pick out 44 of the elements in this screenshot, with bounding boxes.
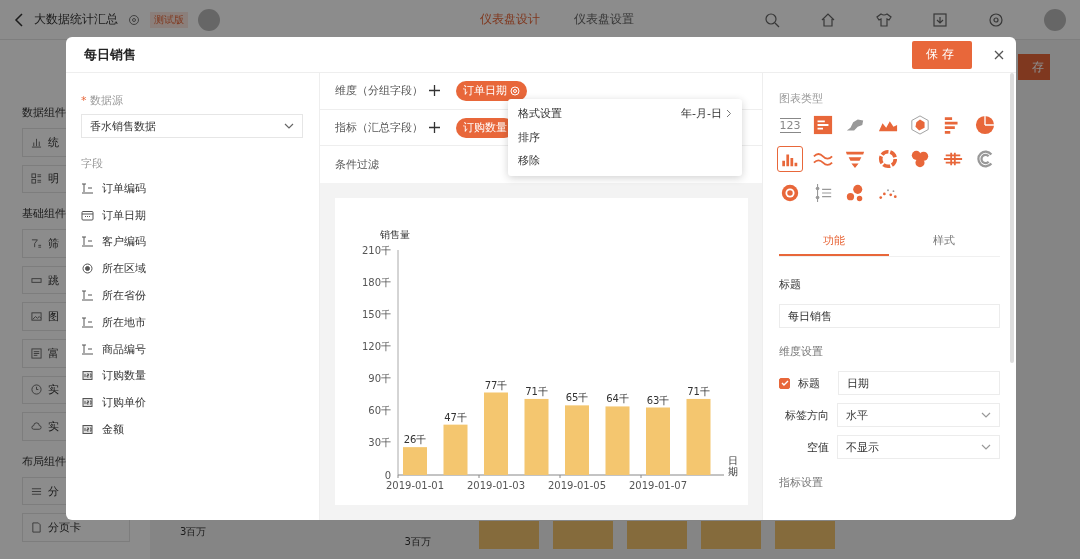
y-tick-label: 120千: [361, 340, 391, 352]
axis-label: 3百万: [180, 525, 207, 539]
row-label: 标签方向: [784, 407, 829, 423]
checkbox-label: 标题: [798, 375, 821, 391]
x-tick-label: 2019-01-07: [628, 480, 688, 491]
bar-value-label: 26千: [403, 434, 427, 446]
bar-value-label: 63千: [646, 394, 670, 406]
x-tick-label: 2019-01-01: [385, 480, 445, 491]
section-title: 布局组件: [22, 454, 66, 469]
bar-value-label: 65千: [565, 392, 589, 404]
row-label: 指标（汇总字段）: [335, 120, 423, 135]
y-tick-label: 180千: [361, 276, 391, 288]
y-tick-label: 30千: [368, 437, 391, 449]
axis-label: 3百万: [404, 535, 431, 549]
version-badge: 测试版: [150, 11, 188, 28]
row-label: 维度（分组字段）: [335, 83, 423, 98]
section-title: 数据组件: [22, 106, 66, 120]
menu-item-value: 年-月-日: [681, 106, 722, 122]
bar-value-label: 64千: [606, 393, 629, 405]
y-tick-label: 210千: [361, 244, 391, 256]
x-axis-title: 日期: [728, 455, 738, 477]
section-label: 指标设置: [779, 475, 824, 490]
row-label: 条件过滤: [335, 157, 379, 172]
y-tick-label: 60千: [368, 405, 391, 417]
section-label: 维度设置: [779, 344, 824, 359]
bar-value-label: 77千: [484, 379, 508, 391]
number-glyph: 123: [779, 117, 801, 133]
section-label: 字段: [81, 156, 104, 171]
bar-value-label: 47千: [444, 411, 467, 423]
row-label: 空值: [806, 439, 829, 455]
section-title: 基础组件: [22, 207, 66, 222]
bar-value-label: 71千: [525, 385, 548, 397]
y-tick-label: 150千: [361, 308, 391, 320]
field-label: * 数据源: [81, 93, 124, 108]
dialog-title: 每日销售: [84, 45, 136, 64]
y-tick-label: 0: [384, 469, 391, 481]
bar-value-label: 71千: [687, 385, 710, 397]
section-label: 标题: [779, 277, 802, 292]
app-title: 大数据统计汇总: [34, 11, 118, 28]
section-label: 图表类型: [779, 91, 824, 106]
x-tick-label: 2019-01-03: [466, 480, 526, 491]
x-tick-label: 2019-01-05: [547, 480, 607, 491]
y-tick-label: 90千: [368, 373, 391, 385]
y-axis-title: 销售量: [380, 229, 410, 240]
